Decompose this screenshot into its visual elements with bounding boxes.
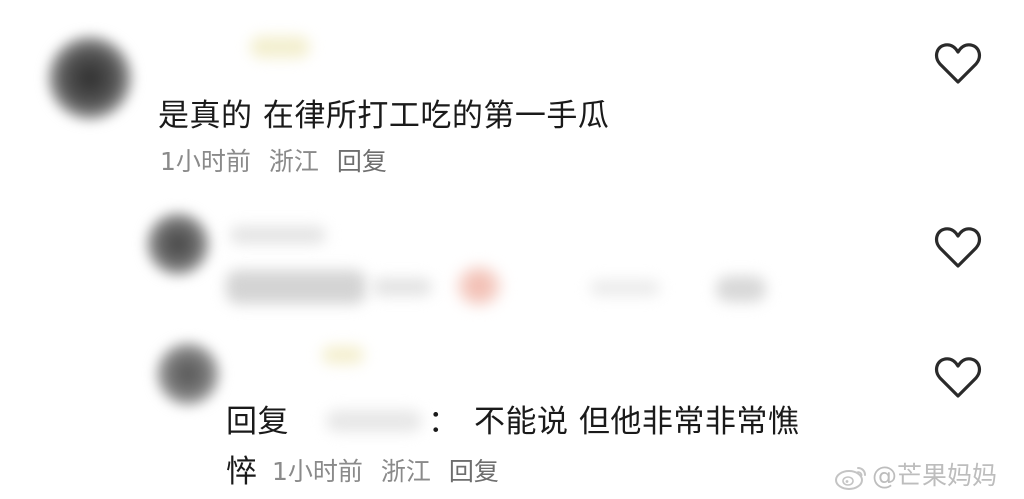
mentioned-user-blurred[interactable] (326, 410, 422, 432)
comment-text: 悴 (226, 454, 258, 490)
comment-time: 1小时前 (272, 457, 363, 486)
reply-prefix: 回复 (226, 404, 289, 440)
comment-location: 浙江 (268, 147, 319, 176)
avatar[interactable] (146, 212, 210, 276)
comment-location: 浙江 (380, 457, 431, 486)
like-heart-icon[interactable] (934, 42, 982, 86)
comment-text: 不能说 但他非常非常憔 (474, 404, 800, 440)
username-blurred[interactable] (250, 36, 310, 58)
comment-meta: 1小时前 浙江 回复 (160, 146, 405, 178)
comment-time: 1小时前 (160, 147, 251, 176)
comment-meta: 1小时前 浙江 回复 (272, 456, 517, 488)
watermark: @芒果妈妈 (834, 456, 997, 492)
username-blurred[interactable] (230, 226, 326, 244)
reply-colon: ： (428, 404, 460, 440)
avatar[interactable] (156, 342, 220, 406)
emoji-blurred (456, 266, 502, 306)
username-blurred[interactable] (322, 346, 364, 364)
like-heart-icon[interactable] (934, 226, 982, 270)
avatar[interactable] (48, 36, 132, 120)
comment-text: 是真的 在律所打工吃的第一手瓜 (158, 98, 610, 134)
weibo-logo-icon (834, 462, 868, 492)
comment-text-blurred (372, 278, 432, 296)
comment-text-blurred (590, 280, 660, 296)
watermark-text: @芒果妈妈 (872, 461, 998, 490)
like-heart-icon[interactable] (934, 356, 982, 400)
reply-button[interactable]: 回复 (449, 457, 499, 486)
reply-button[interactable]: 回复 (337, 147, 387, 176)
comment-text-blurred (716, 276, 766, 302)
comment-text-blurred (226, 270, 366, 304)
